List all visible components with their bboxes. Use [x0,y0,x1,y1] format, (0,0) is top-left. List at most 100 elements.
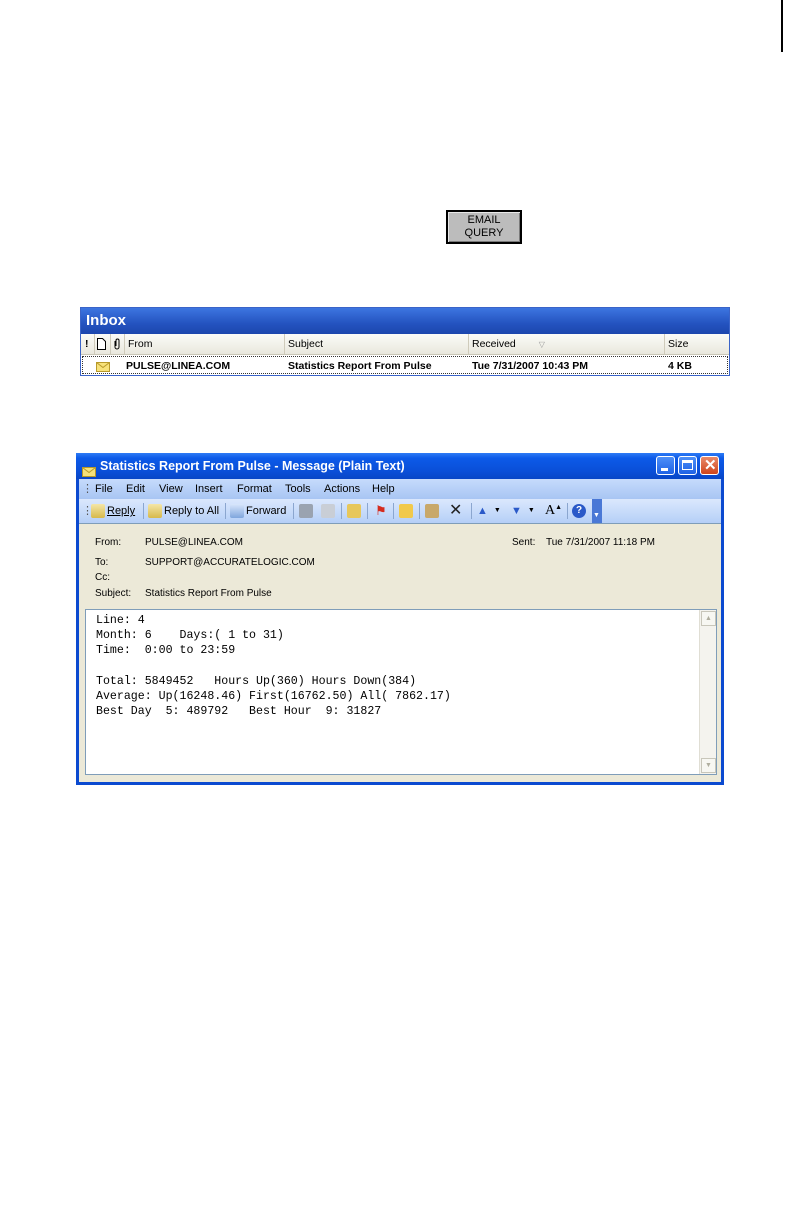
toolbar-separator [567,503,568,519]
body-line: Best Day 5: 489792 Best Hour 9: 31827 [96,705,382,719]
print-button[interactable] [299,499,315,523]
to-label: To: [95,557,109,568]
menu-grip: ⋮ [82,483,93,495]
minimize-button[interactable] [656,456,675,475]
delete-button[interactable]: ✕ [449,499,462,523]
reply-label: Reply [107,505,136,517]
envelope-move-icon [347,504,361,518]
cc-label: Cc: [95,572,110,583]
column-received[interactable]: Received ▽ [469,334,665,354]
flag-icon: ⚑ [375,503,387,518]
attachment-column-icon[interactable] [111,334,125,354]
maximize-icon [682,460,693,470]
close-button[interactable]: ✕ [700,456,719,475]
reply-all-button[interactable]: Reply to All [148,499,219,523]
previous-item-button[interactable]: ▲ ▼ [477,499,501,523]
subject-label: Subject: [95,588,132,599]
sent-value: Tue 7/31/2007 11:18 PM [546,537,655,548]
font-size-up-icon: ▲ [555,504,563,511]
rules-button[interactable] [425,499,441,523]
body-line: Total: 5849452 Hours Up(360) Hours Down(… [96,674,417,688]
menu-file[interactable]: File [95,479,113,499]
message-titlebar[interactable]: Statistics Report From Pulse - Message (… [76,453,724,479]
envelope-icon [96,360,110,378]
close-icon: ✕ [704,457,717,474]
help-button[interactable]: ? [572,499,586,523]
sent-label: Sent: [512,537,536,548]
column-from[interactable]: From [125,334,285,354]
from-value[interactable]: PULSE@LINEA.COM [145,537,243,548]
item-type-column-icon[interactable] [95,334,111,354]
previous-dropdown-icon: ▼ [493,507,501,514]
toolbar-separator [471,503,472,519]
column-received-label: Received [472,338,516,350]
menu-bar: ⋮ File Edit View Insert Format Tools Act… [79,479,721,499]
toolbar-separator [143,503,144,519]
copy-icon [321,504,335,518]
toolbar-separator [225,503,226,519]
menu-actions[interactable]: Actions [324,479,360,499]
body-line: Average: Up(16248.46) First(16762.50) Al… [96,690,451,704]
email-query-label-2: QUERY [464,227,504,239]
body-line: Time: 0:00 to 23:59 [96,644,236,658]
message-body-text: Line: 4 Month: 6 Days:( 1 to 31) Time: 0… [96,613,451,719]
body-line: Line: 4 [96,614,145,627]
menu-format[interactable]: Format [237,479,272,499]
inbox-message-row[interactable]: PULSE@LINEA.COM Statistics Report From P… [82,356,728,374]
row-from: PULSE@LINEA.COM [126,360,231,372]
column-subject[interactable]: Subject [285,334,469,354]
font-size-icon: A [545,503,556,518]
forward-icon [230,504,244,518]
to-value[interactable]: SUPPORT@ACCURATELOGIC.COM [145,557,315,568]
next-arrow-icon: ▼ [511,505,522,517]
sort-descending-icon: ▽ [538,340,545,349]
toolbar-separator [293,503,294,519]
email-query-button[interactable]: EMAIL QUERY [446,210,522,244]
folder-button[interactable] [399,499,415,523]
row-size: 4 KB [668,360,692,372]
toolbar-separator [341,503,342,519]
vertical-scrollbar[interactable]: ▲ ▼ [699,610,716,774]
previous-arrow-icon: ▲ [477,505,488,517]
reply-all-icon [148,504,162,518]
move-to-folder-button[interactable] [347,499,363,523]
page-edge-line [781,0,783,52]
reply-all-label: Reply to All [164,505,220,517]
toolbar-separator [419,503,420,519]
message-window-title: Statistics Report From Pulse - Message (… [100,459,405,473]
inbox-column-headers: ! From Subject Received ▽ Size [81,334,729,355]
email-query-label-1: EMAIL [467,214,501,226]
clipboard-icon [425,504,439,518]
minimize-icon [661,468,668,471]
font-size-button[interactable]: A ▲ [545,499,562,523]
scroll-down-icon[interactable]: ▼ [701,758,716,773]
maximize-button[interactable] [678,456,697,475]
toolbar-options-button[interactable]: ▼ [592,499,602,523]
reply-icon [91,504,105,518]
forward-button[interactable]: Forward [230,499,286,523]
message-header: From: PULSE@LINEA.COM Sent: Tue 7/31/200… [79,525,721,607]
folder-icon [399,504,413,518]
subject-value: Statistics Report From Pulse [145,588,272,599]
message-toolbar: ⋮ Reply Reply to All Forward ⚑ ✕ ▲ ▼ ▼ ▼… [79,499,721,524]
menu-edit[interactable]: Edit [126,479,145,499]
menu-view[interactable]: View [159,479,183,499]
column-size[interactable]: Size [665,334,729,354]
next-item-button[interactable]: ▼ ▼ [511,499,535,523]
row-received: Tue 7/31/2007 10:43 PM [472,360,588,372]
printer-icon [299,504,313,518]
reply-button[interactable]: Reply [91,499,135,523]
message-body[interactable]: Line: 4 Month: 6 Days:( 1 to 31) Time: 0… [85,609,717,775]
scroll-up-icon[interactable]: ▲ [701,611,716,626]
body-line: Month: 6 Days:( 1 to 31) [96,629,284,643]
toolbar-separator [367,503,368,519]
row-subject: Statistics Report From Pulse [288,360,432,372]
menu-insert[interactable]: Insert [195,479,223,499]
help-icon: ? [572,504,586,518]
menu-help[interactable]: Help [372,479,395,499]
menu-tools[interactable]: Tools [285,479,311,499]
copy-button[interactable] [321,499,337,523]
follow-up-flag-button[interactable]: ⚑ [375,499,387,523]
importance-column-icon[interactable]: ! [81,334,95,354]
message-window: Statistics Report From Pulse - Message (… [76,453,724,785]
